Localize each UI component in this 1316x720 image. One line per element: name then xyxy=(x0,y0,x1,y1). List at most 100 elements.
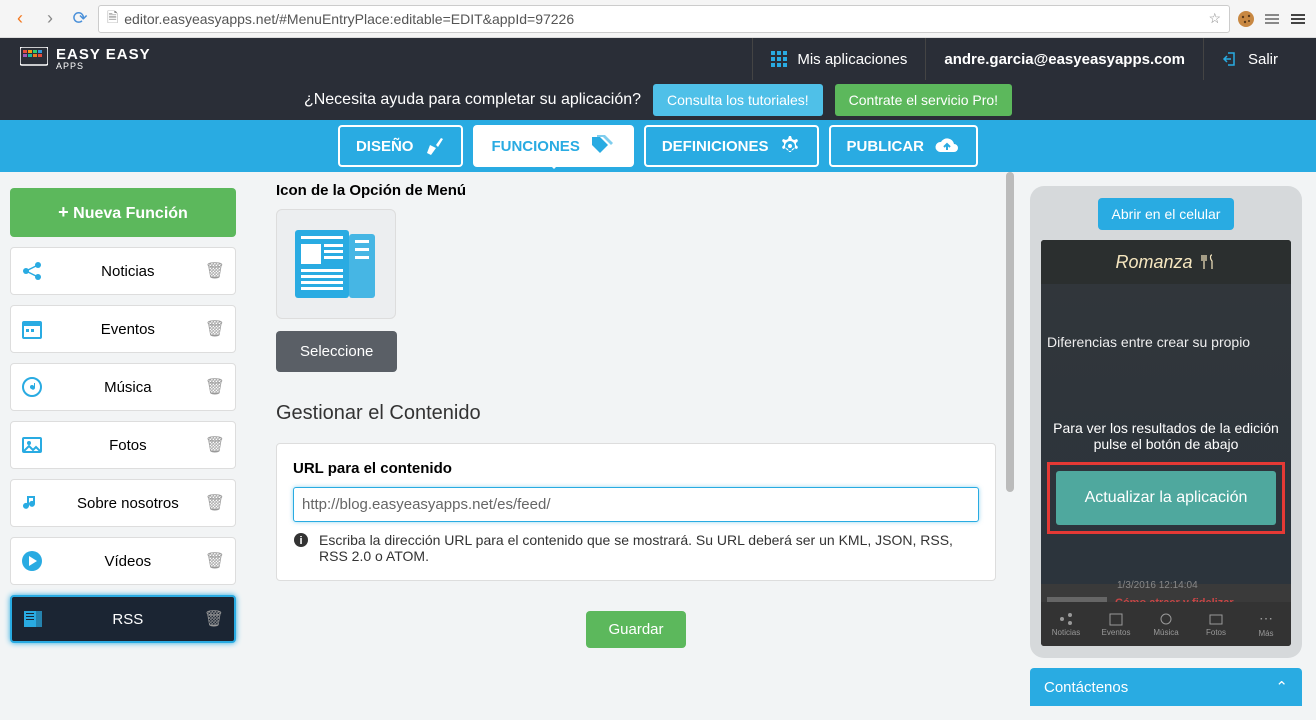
app-preview-tabbar: Noticias Eventos Música Fotos ⋯Más xyxy=(1041,602,1291,646)
grid-icon xyxy=(771,51,787,67)
tab-design[interactable]: DISEÑO xyxy=(338,125,464,167)
info-icon: i xyxy=(293,532,309,564)
gear-icon xyxy=(779,135,801,157)
tab-definitions[interactable]: DEFINICIONES xyxy=(644,125,819,167)
sidebar-item-label: Vídeos xyxy=(51,553,205,570)
pro-service-button[interactable]: Contrate el servicio Pro! xyxy=(835,84,1012,116)
icon-section-title: Icon de la Opción de Menú xyxy=(276,182,996,199)
app-topbar: EASY EASY APPS Mis aplicaciones andre.ga… xyxy=(0,38,1316,80)
contact-us-bar[interactable]: Contáctenos ⌃ xyxy=(1030,668,1302,706)
preview-headline: Diferencias entre crear su propio xyxy=(1047,334,1285,350)
fork-knife-icon xyxy=(1199,253,1217,271)
cloud-upload-icon xyxy=(934,136,960,156)
main-tabs-bar: DISEÑO FUNCIONES DEFINICIONES PUBLICAR xyxy=(0,120,1316,172)
save-button[interactable]: Guardar xyxy=(586,611,685,648)
my-apps-label: Mis aplicaciones xyxy=(797,51,907,68)
brush-icon xyxy=(423,135,445,157)
svg-text:i: i xyxy=(299,535,302,547)
logo-text: EASY EASY APPS xyxy=(56,47,151,71)
cookie-extension-icon[interactable] xyxy=(1236,9,1256,29)
trash-icon[interactable]: 🗑 xyxy=(205,493,225,513)
sidebar-item-musica[interactable]: Música 🗑 xyxy=(10,363,236,411)
help-bar: ¿Necesita ayuda para completar su aplica… xyxy=(0,80,1316,120)
photo-icon xyxy=(21,434,51,456)
trash-icon[interactable]: 🗑 xyxy=(205,377,225,397)
preview-overlay: Para ver los resultados de la edición pu… xyxy=(1047,420,1285,534)
browser-toolbar: ‹ › ⟳ 🗎 editor.easyeasyapps.net/#MenuEnt… xyxy=(0,0,1316,38)
app-tab-mas[interactable]: ⋯Más xyxy=(1241,602,1291,646)
sidebar: + Nueva Función Noticias 🗑 Eventos 🗑 Mús… xyxy=(0,172,246,720)
sidebar-item-label: Sobre nosotros xyxy=(51,495,205,512)
menu-icon[interactable] xyxy=(1288,9,1308,29)
phone-frame: Abrir en el celular Romanza Diferencias … xyxy=(1030,186,1302,658)
trash-icon[interactable]: 🗑 xyxy=(205,551,225,571)
content-url-panel: URL para el contenido i Escriba la direc… xyxy=(276,443,996,581)
tags-icon xyxy=(590,135,616,157)
url-hint: i Escriba la dirección URL para el conte… xyxy=(293,532,979,564)
app-tab-noticias[interactable]: Noticias xyxy=(1041,602,1091,646)
sidebar-item-label: Eventos xyxy=(51,321,205,338)
url-input[interactable] xyxy=(293,487,979,522)
main-area: + Nueva Función Noticias 🗑 Eventos 🗑 Mús… xyxy=(0,172,1316,720)
browser-reload-button[interactable]: ⟳ xyxy=(68,7,92,31)
sidebar-item-label: Noticias xyxy=(51,263,205,280)
tab-functions[interactable]: FUNCIONES xyxy=(473,125,633,167)
newspaper-icon xyxy=(291,224,381,304)
trash-icon[interactable]: 🗑 xyxy=(205,261,225,281)
scrollbar-thumb[interactable] xyxy=(1006,172,1014,492)
calendar-icon xyxy=(21,318,51,340)
logout-label: Salir xyxy=(1248,51,1278,68)
help-question: ¿Necesita ayuda para completar su aplica… xyxy=(304,91,641,109)
bookmark-star-icon[interactable]: ☆ xyxy=(1208,10,1221,27)
tab-publish[interactable]: PUBLICAR xyxy=(829,125,979,167)
logout-icon xyxy=(1222,51,1238,67)
note-icon xyxy=(21,492,51,514)
update-highlight-box: Actualizar la aplicación xyxy=(1047,462,1285,534)
trash-icon[interactable]: 🗑 xyxy=(205,435,225,455)
manage-content-title: Gestionar el Contenido xyxy=(276,402,996,425)
sidebar-item-label: RSS xyxy=(52,611,204,628)
sidebar-item-eventos[interactable]: Eventos 🗑 xyxy=(10,305,236,353)
address-bar[interactable]: 🗎 editor.easyeasyapps.net/#MenuEntryPlac… xyxy=(98,5,1230,33)
sidebar-item-sobre-nosotros[interactable]: Sobre nosotros 🗑 xyxy=(10,479,236,527)
sidebar-item-noticias[interactable]: Noticias 🗑 xyxy=(10,247,236,295)
my-apps-link[interactable]: Mis aplicaciones xyxy=(752,38,925,80)
open-in-phone-button[interactable]: Abrir en el celular xyxy=(1098,198,1235,230)
sidebar-item-rss[interactable]: RSS 🗑 xyxy=(10,595,236,643)
select-icon-button[interactable]: Seleccione xyxy=(276,331,397,372)
contact-label: Contáctenos xyxy=(1044,679,1128,696)
user-email[interactable]: andre.garcia@easyeasyapps.com xyxy=(925,38,1203,80)
new-function-button[interactable]: + Nueva Función xyxy=(10,188,236,237)
sidebar-item-label: Música xyxy=(51,379,205,396)
browser-forward-button[interactable]: › xyxy=(38,7,62,31)
content-area: Icon de la Opción de Menú xyxy=(246,172,1016,720)
phone-screen: Romanza Diferencias entre crear su propi… xyxy=(1041,240,1291,646)
sidebar-item-label: Fotos xyxy=(51,437,205,454)
app-preview-header: Romanza xyxy=(1041,240,1291,284)
browser-back-button[interactable]: ‹ xyxy=(8,7,32,31)
list-date: 1/3/2016 12:14:04 xyxy=(1047,580,1285,591)
play-icon xyxy=(21,550,51,572)
overlay-text: Para ver los resultados de la edición pu… xyxy=(1047,420,1285,452)
app-tab-fotos[interactable]: Fotos xyxy=(1191,602,1241,646)
app-tab-musica[interactable]: Música xyxy=(1141,602,1191,646)
extension-icon-2[interactable] xyxy=(1262,9,1282,29)
music-disc-icon xyxy=(21,376,51,398)
chevron-up-icon: ⌃ xyxy=(1275,678,1288,696)
url-text: editor.easyeasyapps.net/#MenuEntryPlace:… xyxy=(124,11,574,27)
trash-icon[interactable]: 🗑 xyxy=(204,609,224,629)
rss-icon xyxy=(22,608,52,630)
logo[interactable]: EASY EASY APPS xyxy=(20,47,151,71)
url-field-label: URL para el contenido xyxy=(293,460,979,477)
sidebar-item-fotos[interactable]: Fotos 🗑 xyxy=(10,421,236,469)
page-icon: 🗎 xyxy=(107,7,118,31)
logout-link[interactable]: Salir xyxy=(1203,38,1296,80)
logo-icon xyxy=(20,47,48,71)
update-app-button[interactable]: Actualizar la aplicación xyxy=(1056,471,1276,525)
preview-column: Abrir en el celular Romanza Diferencias … xyxy=(1016,172,1316,720)
tutorials-button[interactable]: Consulta los tutoriales! xyxy=(653,84,823,116)
menu-icon-preview xyxy=(276,209,396,319)
app-tab-eventos[interactable]: Eventos xyxy=(1091,602,1141,646)
sidebar-item-videos[interactable]: Vídeos 🗑 xyxy=(10,537,236,585)
trash-icon[interactable]: 🗑 xyxy=(205,319,225,339)
